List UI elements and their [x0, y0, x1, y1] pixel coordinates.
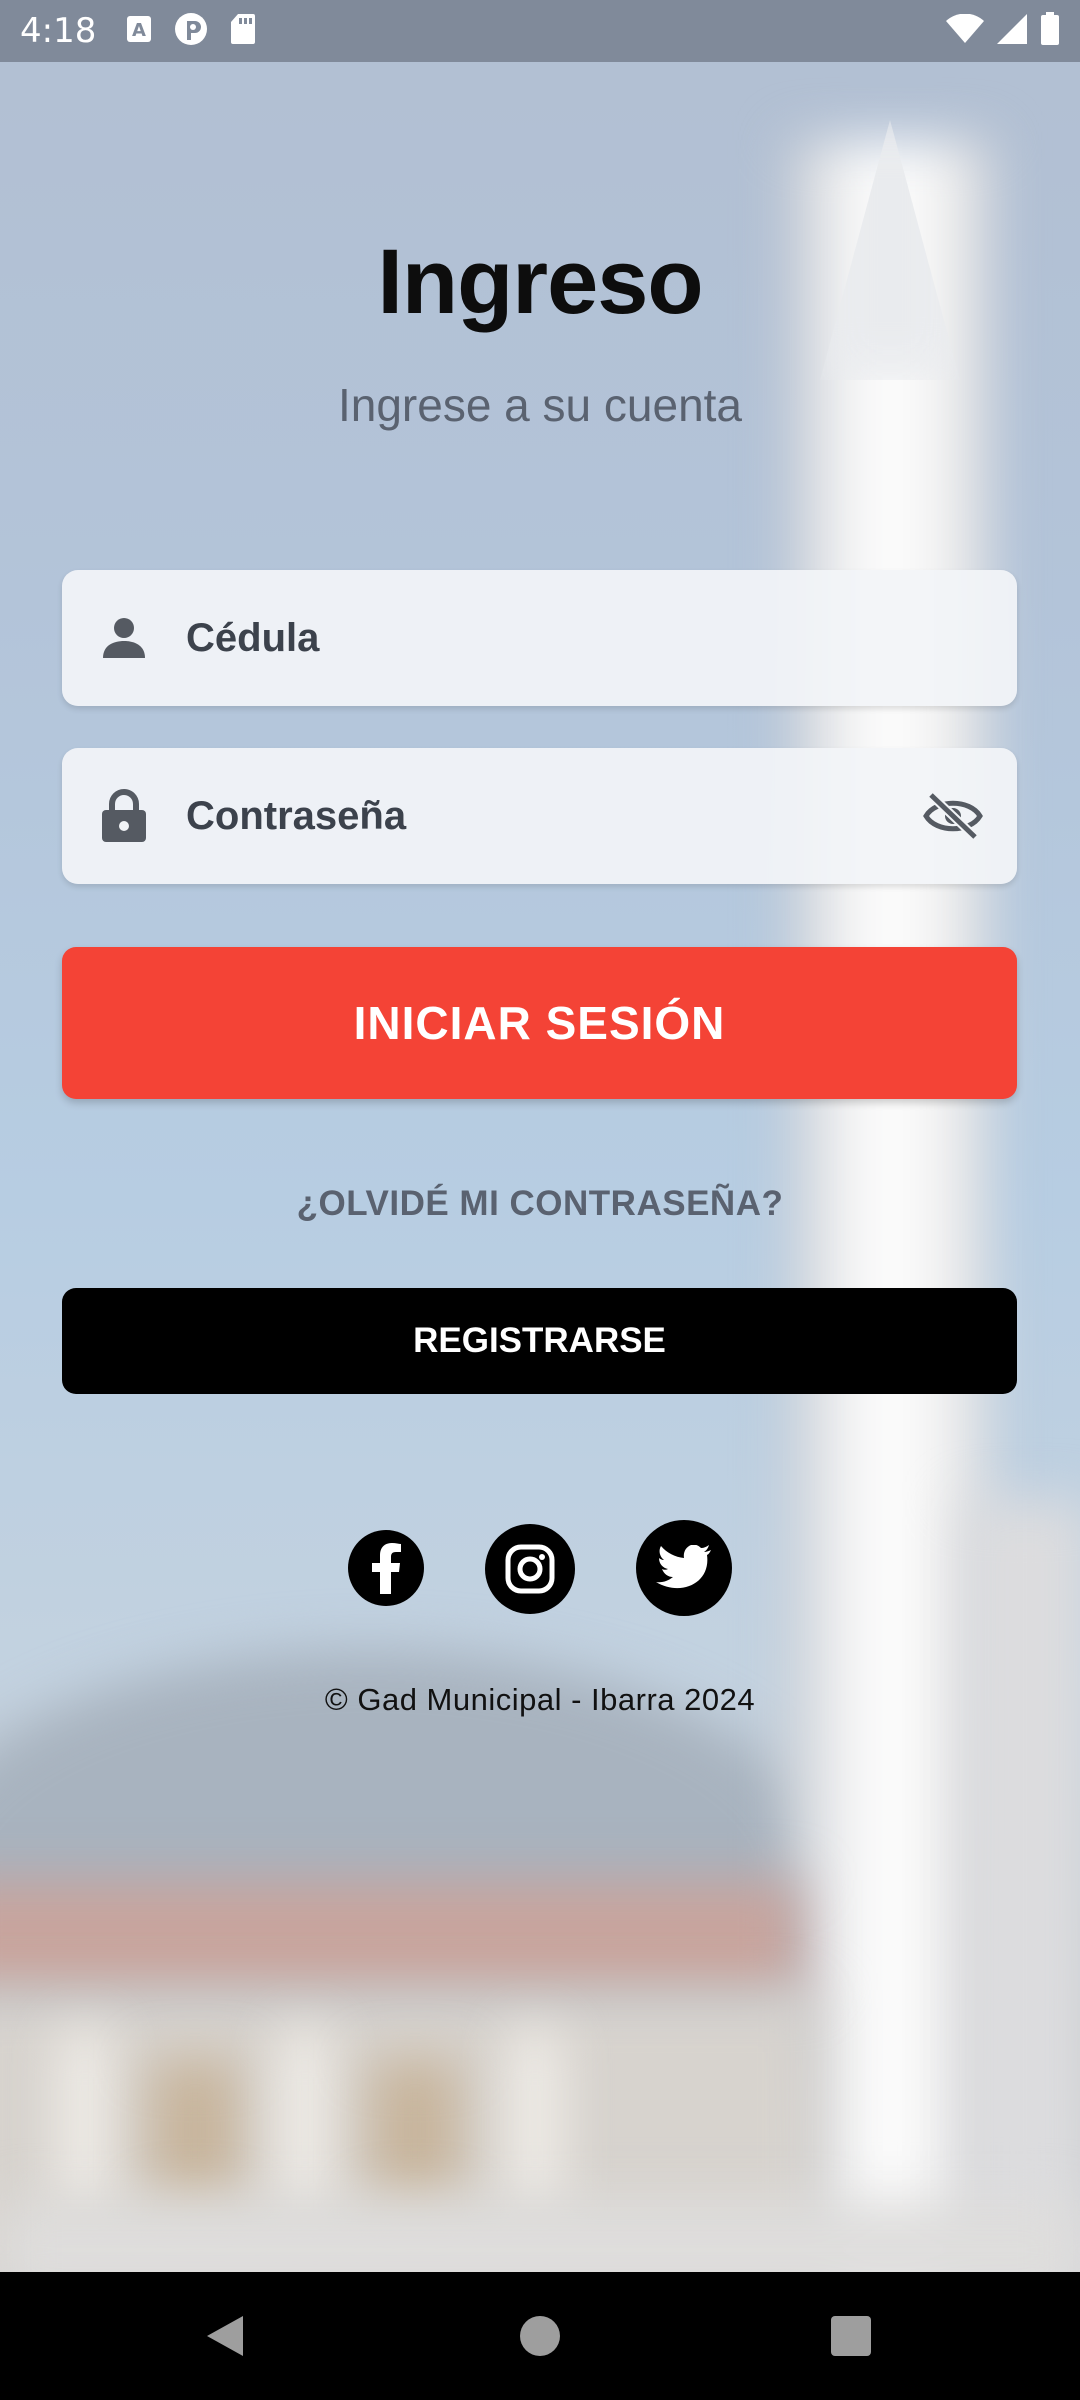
- wifi-icon: [946, 13, 984, 49]
- page-title: Ingreso: [377, 231, 703, 333]
- font-a-icon: A: [126, 15, 152, 48]
- navigation-bar: [0, 2272, 1080, 2400]
- footer-copyright: © Gad Municipal - Ibarra 2024: [324, 1682, 756, 1717]
- register-button[interactable]: REGISTRARSE: [62, 1288, 1017, 1394]
- person-icon: [92, 606, 156, 670]
- instagram-icon[interactable]: [485, 1524, 575, 1614]
- password-field[interactable]: Contraseña: [62, 748, 1017, 884]
- login-button[interactable]: INICIAR SESIÓN: [62, 947, 1017, 1099]
- status-time: 4:18: [20, 11, 97, 51]
- cedula-label: Cédula: [186, 615, 320, 660]
- battery-icon: [1040, 11, 1060, 51]
- forgot-password-link[interactable]: ¿OLVIDÉ MI CONTRASEÑA?: [0, 1184, 1080, 1224]
- password-label: Contraseña: [186, 793, 407, 838]
- twitter-icon[interactable]: [636, 1520, 732, 1616]
- pinterest-icon: [174, 12, 208, 51]
- facebook-icon[interactable]: [348, 1530, 424, 1606]
- sd-card-icon: [230, 13, 256, 50]
- svg-text:A: A: [132, 20, 146, 41]
- visibility-off-icon[interactable]: [921, 784, 985, 848]
- cell-signal-icon: [996, 13, 1028, 50]
- home-button[interactable]: [520, 2316, 560, 2356]
- back-button[interactable]: [205, 2314, 245, 2363]
- cedula-field[interactable]: Cédula: [62, 570, 1017, 706]
- social-links: [0, 1520, 1080, 1616]
- page-subtitle: Ingrese a su cuenta: [337, 379, 743, 431]
- status-bar: 4:18 A: [0, 0, 1080, 62]
- recents-button[interactable]: [831, 2316, 871, 2356]
- lock-icon: [92, 784, 156, 848]
